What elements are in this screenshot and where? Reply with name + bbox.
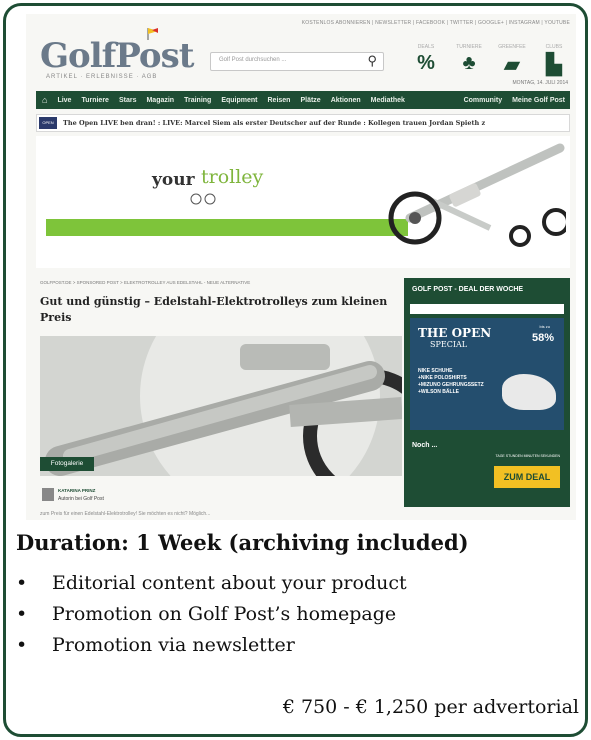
deals-icon[interactable]: DEALS %: [406, 44, 446, 75]
deal-products: NIKE SCHUHE +NIKE POLOSHIRTS +MIZUNO GEH…: [418, 368, 484, 396]
news-ticker[interactable]: OPEN The Open LIVE ben dran! : LIVE: Mar…: [36, 114, 570, 132]
bullet-icon: •: [16, 603, 28, 625]
nav-item-reisen[interactable]: Reisen: [268, 97, 291, 104]
ad-green-bar: [46, 219, 408, 236]
deals-label: DEALS: [417, 44, 435, 50]
ticket-icon: ▰: [504, 54, 520, 76]
deal-open-subtitle: SPECIAL: [430, 340, 468, 349]
search-placeholder: Golf Post durchsuchen ...: [219, 57, 287, 63]
article-excerpt: zum Preis für einen Edelstahl-Elektrotro…: [40, 511, 211, 517]
bullet-icon: •: [16, 634, 28, 656]
greenfee-label: GREENFEE: [498, 44, 526, 50]
golfpost-logo[interactable]: GolfPost: [40, 36, 194, 76]
author-name[interactable]: KATARINA PRINZ: [58, 488, 95, 493]
wheels-logo-icon: [190, 193, 216, 205]
bullet-text: Editorial content about your product: [52, 572, 407, 594]
ticker-text[interactable]: The Open LIVE ben dran! : LIVE: Marcel S…: [63, 119, 485, 127]
gallery-button[interactable]: Fotogalerie: [40, 457, 94, 471]
club-icon: ♣: [462, 52, 476, 74]
breadcrumb[interactable]: GOLFPOST.DE > SPONSORED POST > ELEKTROTR…: [40, 280, 250, 285]
nav-item-turniere[interactable]: Turniere: [81, 97, 109, 104]
clubs-icon[interactable]: CLUBS ▙: [534, 44, 574, 77]
nav-item-magazin[interactable]: Magazin: [146, 97, 174, 104]
article-title[interactable]: Gut und günstig – Edelstahl-Elektrotroll…: [40, 294, 400, 326]
main-nav: ⌂ Live Turniere Stars Magazin Training E…: [36, 91, 570, 109]
deal-product-line: +NIKE POLOSHIRTS: [418, 375, 467, 381]
website-screenshot: KOSTENLOS ABONNIEREN | NEWSLETTER | FACE…: [26, 14, 576, 520]
trolley-closeup-image: [40, 336, 402, 476]
nav-item-training[interactable]: Training: [184, 97, 211, 104]
nav-item-plaetze[interactable]: Plätze: [300, 97, 320, 104]
deal-divider: [410, 304, 564, 314]
offer-bullet-list: • Editorial content about your product • P…: [16, 568, 407, 661]
deal-product-line: +WILSON BÄLLE: [418, 389, 459, 395]
deal-open-title: THE OPEN: [418, 326, 492, 340]
deal-product-line: +MIZUNO GEHRUNGSSETZ: [418, 382, 484, 388]
clubs-label: CLUBS: [545, 44, 563, 50]
offer-price: € 750 - € 1,250 per advertorial: [282, 696, 579, 718]
flag-icon: [147, 28, 158, 40]
greenfee-icon[interactable]: GREENFEE ▰: [492, 44, 532, 77]
top-links[interactable]: KOSTENLOS ABONNIEREN | NEWSLETTER | FACE…: [302, 20, 570, 26]
yourtrolley-ad-banner[interactable]: your trolley: [36, 136, 570, 268]
nav-item-aktionen[interactable]: Aktionen: [331, 97, 361, 104]
nav-item-stars[interactable]: Stars: [119, 97, 137, 104]
deal-percent-label: bis zu: [539, 324, 550, 329]
countdown-units: TAGE STUNDEN MINUTEN SEKUNDEN: [495, 454, 561, 458]
trolley-image: [388, 143, 566, 247]
current-date: MONTAG, 14. JULI 2014: [512, 80, 568, 86]
bullet-icon: •: [16, 572, 28, 594]
slide-frame: KOSTENLOS ABONNIEREN | NEWSLETTER | FACE…: [3, 3, 588, 737]
nav-item-mediathek[interactable]: Mediathek: [371, 97, 405, 104]
deal-of-the-week-box: GOLF POST - DEAL DER WOCHE THE OPEN SPEC…: [404, 278, 570, 507]
bullet-text: Promotion on Golf Post’s homepage: [52, 603, 397, 625]
bullet-item: • Promotion on Golf Post’s homepage: [16, 599, 407, 630]
search-input[interactable]: Golf Post durchsuchen ... ⚲: [210, 52, 384, 71]
deal-percent: 58%: [531, 332, 554, 344]
bullet-text: Promotion via newsletter: [52, 634, 295, 656]
deal-title: GOLF POST - DEAL DER WOCHE: [412, 286, 524, 293]
ad-brand-trolley: trolley: [201, 166, 264, 188]
article-photo[interactable]: [40, 336, 402, 476]
search-icon[interactable]: ⚲: [367, 53, 377, 69]
bullet-item: • Promotion via newsletter: [16, 630, 407, 661]
open-badge: OPEN: [39, 117, 57, 129]
logo-tagline: ARTIKEL · ERLEBNISSE · AGB: [46, 74, 158, 80]
clubhouse-icon: ▙: [546, 54, 562, 76]
home-icon[interactable]: ⌂: [42, 95, 47, 105]
nav-item-live[interactable]: Live: [57, 97, 71, 104]
author-role: Autorin bei Golf Post: [58, 496, 104, 502]
countdown-label: Noch ...: [412, 442, 438, 449]
author-avatar[interactable]: [42, 488, 54, 501]
nav-item-meine-golf-post[interactable]: Meine Golf Post: [512, 97, 565, 104]
nav-item-community[interactable]: Community: [464, 97, 503, 104]
percent-icon: %: [417, 52, 435, 74]
deal-product-line: NIKE SCHUHE: [418, 368, 453, 374]
tournaments-icon[interactable]: TURNIERE ♣: [449, 44, 489, 75]
ad-brand-your: your: [152, 170, 195, 190]
bullet-item: • Editorial content about your product: [16, 568, 407, 599]
tournaments-label: TURNIERE: [456, 44, 482, 50]
offer-duration: Duration: 1 Week (archiving included): [16, 530, 469, 555]
nav-item-equipment[interactable]: Equipment: [221, 97, 257, 104]
zum-deal-button[interactable]: ZUM DEAL: [494, 466, 560, 488]
